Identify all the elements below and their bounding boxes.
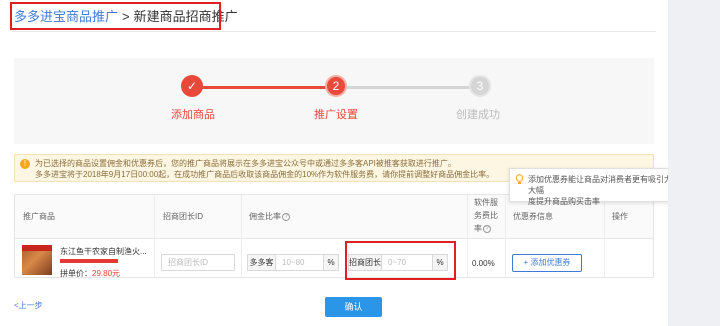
step-3-label: 创建成功 xyxy=(456,109,500,121)
price-label: 拼单价： xyxy=(60,269,92,278)
column-divider xyxy=(505,195,506,277)
duoduo-rate-label: 多多客 xyxy=(247,254,276,271)
column-divider xyxy=(154,195,155,277)
step-3-indicator: 3 xyxy=(469,75,491,97)
leader-id-input[interactable]: 招商团长ID xyxy=(161,254,235,271)
duoduo-rate-unit: % xyxy=(323,254,339,271)
column-divider xyxy=(467,195,468,277)
right-gutter xyxy=(668,0,720,326)
add-coupon-button[interactable]: + 添加优惠券 xyxy=(512,254,582,272)
step-1-label: 添加商品 xyxy=(171,109,215,121)
duoduo-rate-input[interactable]: 10~80 xyxy=(275,254,324,271)
step-connector-completed xyxy=(192,86,326,89)
step-connector-pending xyxy=(346,86,470,89)
prev-step-link[interactable]: <上一步 xyxy=(14,300,43,311)
steps-progress: ✓ 2 3 添加商品 推广设置 创建成功 xyxy=(14,58,654,144)
product-price: 29.80元 xyxy=(92,269,121,278)
product-thumbnail[interactable] xyxy=(22,245,52,275)
help-icon[interactable]: ? xyxy=(483,224,491,233)
step-2-label: 推广设置 xyxy=(314,109,358,121)
lightbulb-icon xyxy=(515,174,524,184)
page: 多多进宝商品推广 > 新建商品招商推广 ✓ 2 3 添加商品 推广设置 创建成功 !… xyxy=(0,0,709,326)
column-divider xyxy=(241,195,242,277)
column-divider xyxy=(604,195,605,277)
product-name[interactable]: 东江鱼干农家自制渔火... xyxy=(60,246,147,257)
product-price-line: 拼单价：29.80元 xyxy=(60,268,120,279)
redacted-text xyxy=(60,259,118,263)
breadcrumb-highlight-box xyxy=(10,2,221,30)
help-icon[interactable]: ? xyxy=(282,212,290,221)
step-1-check-icon: ✓ xyxy=(181,75,203,97)
confirm-button[interactable]: 确认 xyxy=(325,297,382,317)
service-fee-value: 0.00% xyxy=(472,259,495,268)
leader-rate-highlight-box xyxy=(345,241,456,280)
step-2-indicator: 2 xyxy=(325,75,347,97)
header-divider xyxy=(12,31,656,32)
warning-icon: ! xyxy=(20,159,30,169)
